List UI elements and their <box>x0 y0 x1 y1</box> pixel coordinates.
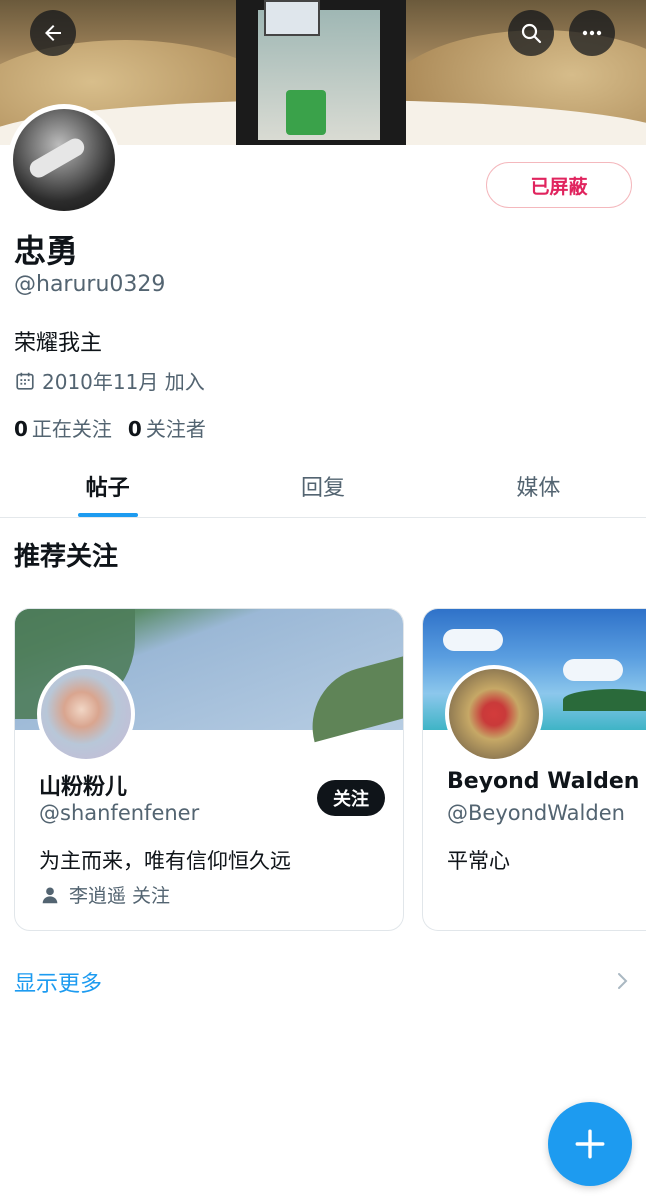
tab-label: 回复 <box>300 476 345 501</box>
following-count: 0 <box>14 417 28 441</box>
profile-bio: 荣耀我主 <box>14 331 103 356</box>
tab-replies[interactable]: 回复 <box>215 455 430 517</box>
follow-stats: 0 正在关注 0 关注者 <box>14 413 206 442</box>
more-button[interactable] <box>569 10 615 56</box>
tab-posts[interactable]: 帖子 <box>0 455 215 517</box>
avatar-image <box>13 109 115 211</box>
more-horizontal-icon <box>582 30 602 36</box>
arrow-left-icon <box>45 25 61 41</box>
followed-by-text: 李逍遥 关注 <box>69 885 171 907</box>
active-tab-indicator <box>77 513 138 517</box>
banner-leaf <box>299 655 403 743</box>
card-handle: @shanfenfener <box>39 801 200 825</box>
card-bio: 平常心 <box>447 849 510 873</box>
search-icon <box>521 23 542 44</box>
banner-cloud <box>563 659 623 681</box>
show-more-link[interactable]: 显示更多 <box>14 966 102 998</box>
followers-count: 0 <box>127 417 142 441</box>
card-name: 山粉粉儿 <box>39 775 128 800</box>
avatar-image <box>449 669 539 759</box>
card-avatar[interactable] <box>37 665 135 763</box>
chevron-right-icon[interactable] <box>616 971 630 991</box>
card-avatar[interactable] <box>445 665 543 763</box>
avatar-image <box>41 669 131 759</box>
profile-handle: @haruru0329 <box>14 272 166 297</box>
person-icon <box>42 886 58 903</box>
booth-phone <box>286 90 326 135</box>
tab-label: 媒体 <box>516 476 561 501</box>
display-name: 忠勇 <box>14 232 79 270</box>
following-link[interactable]: 0 正在关注 <box>14 413 112 442</box>
tab-label: 帖子 <box>85 476 130 501</box>
plus-icon <box>575 1129 605 1159</box>
blocked-button[interactable]: 已屏蔽 <box>486 162 632 208</box>
card-name: Beyond Walden <box>447 769 640 794</box>
followers-label: 关注者 <box>145 417 206 441</box>
banner-phone-booth <box>236 0 406 145</box>
search-button[interactable] <box>508 10 554 56</box>
tab-media[interactable]: 媒体 <box>431 455 646 517</box>
compose-button[interactable] <box>548 1102 632 1186</box>
profile-avatar[interactable] <box>8 104 120 216</box>
follow-button[interactable]: 关注 <box>317 780 385 816</box>
banner-cloud <box>443 629 503 651</box>
calendar-icon <box>16 372 34 390</box>
following-label: 正在关注 <box>31 417 112 441</box>
followed-by: 李逍遥 关注 <box>39 881 170 908</box>
banner-island <box>563 689 646 711</box>
recommended-user-card[interactable]: 山粉粉儿 @shanfenfener 关注 为主而来，唯有信仰恒久远 李逍遥 关… <box>14 608 404 931</box>
profile-tabs: 帖子 回复 媒体 <box>0 455 646 518</box>
card-bio: 为主而来，唯有信仰恒久远 <box>39 849 291 873</box>
back-button[interactable] <box>30 10 76 56</box>
joined-date: 2010年11月 加入 <box>14 366 205 395</box>
recommend-title: 推荐关注 <box>14 542 119 572</box>
recommended-user-card[interactable]: Beyond Walden @BeyondWalden 平常心 <box>422 608 646 931</box>
card-handle: @BeyondWalden <box>447 801 625 825</box>
booth-panel <box>264 0 320 36</box>
avatar-detail <box>26 135 88 181</box>
followers-link[interactable]: 0 关注者 <box>128 413 206 442</box>
joined-text: 2010年11月 加入 <box>42 370 205 394</box>
